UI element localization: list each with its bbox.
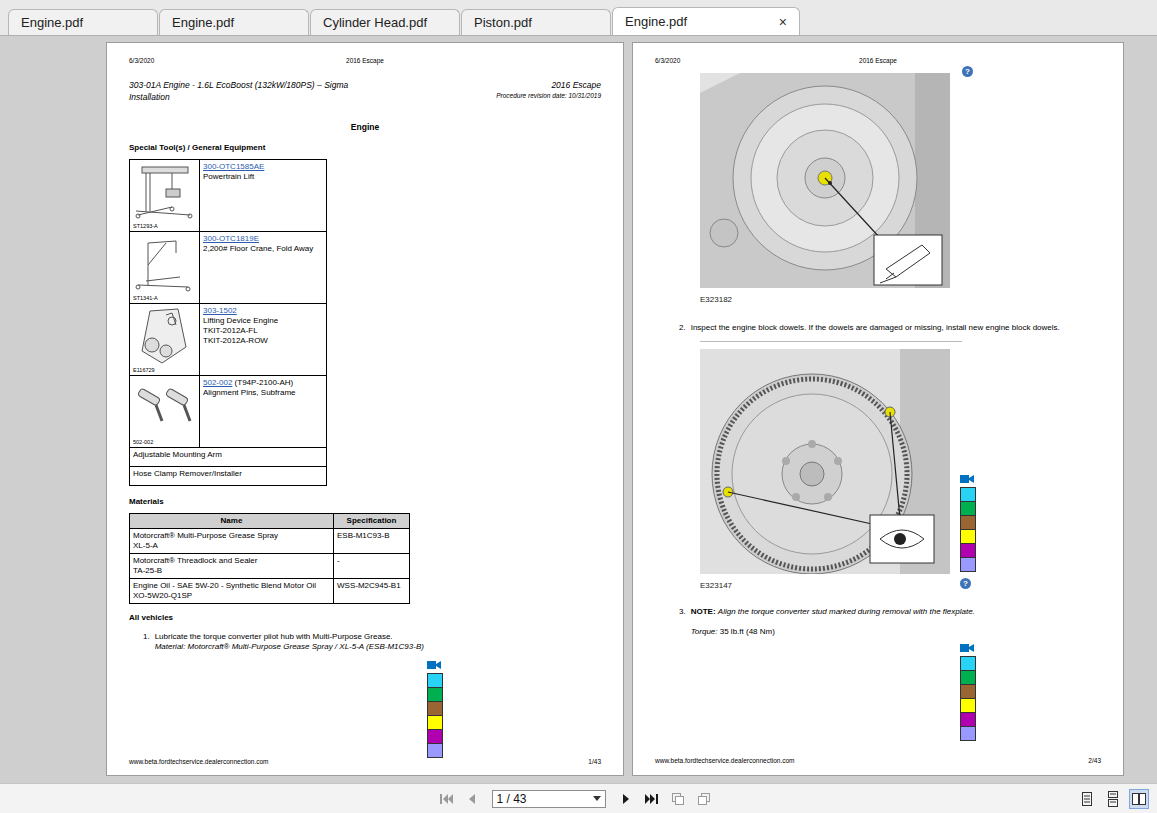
video-camera-icon[interactable]: [960, 643, 974, 653]
tool-image: E116729: [130, 304, 200, 375]
color-swatch[interactable]: [960, 684, 976, 699]
page-header: 6/3/20202016 Escape: [655, 57, 1101, 65]
tool-row: ST1293-A 300-OTC1585AE Powertrain Lift: [130, 160, 326, 232]
color-swatch[interactable]: [960, 656, 976, 671]
color-swatch[interactable]: [427, 701, 443, 716]
next-button[interactable]: [616, 789, 636, 809]
tool-link[interactable]: 303-1502: [203, 306, 237, 315]
table-row: Engine Oil - SAE 5W-20 - Synthetic Blend…: [130, 579, 409, 603]
color-swatch[interactable]: [427, 715, 443, 730]
facing-view-button[interactable]: [1129, 789, 1149, 809]
section-title: Engine: [129, 122, 601, 133]
tools-table: ST1293-A 300-OTC1585AE Powertrain Lift S…: [129, 159, 327, 486]
tab[interactable]: Engine.pdf: [159, 9, 309, 35]
step: 3. NOTE: Align the torque converter stud…: [655, 607, 1101, 637]
color-swatch[interactable]: [427, 687, 443, 702]
tab-bar: Engine.pdf Engine.pdf Cylinder Head.pdf …: [0, 0, 1157, 36]
page-header: 6/3/20202016 Escape: [129, 57, 601, 65]
continuous-view-button[interactable]: [1103, 789, 1123, 809]
step: 2.Inspect the engine block dowels. If th…: [655, 323, 1101, 333]
document-area: 6/3/20202016 Escape 303-01A Engine - 1.6…: [0, 36, 1157, 783]
page-number-field[interactable]: 1 / 43: [492, 790, 606, 808]
tool-image: ST1341-A: [130, 232, 200, 303]
torque-converter-icon: [700, 73, 950, 288]
color-swatch[interactable]: [427, 729, 443, 744]
next-icon[interactable]: [618, 791, 634, 807]
color-swatch[interactable]: [960, 557, 976, 572]
color-legend: [427, 660, 443, 758]
tab[interactable]: Piston.pdf: [461, 9, 611, 35]
pdf-viewer: Engine.pdf Engine.pdf Cylinder Head.pdf …: [0, 0, 1157, 813]
lift-icon: [132, 163, 198, 221]
facing-view-icon[interactable]: [1131, 791, 1147, 807]
document-title: 303-01A Engine - 1.6L EcoBoost (132kW/18…: [129, 79, 601, 104]
rotate-right-icon[interactable]: [696, 791, 712, 807]
page-footer: www.beta.fordtechservice.dealerconnectio…: [129, 758, 601, 766]
first-button[interactable]: [436, 789, 456, 809]
pins-icon: [132, 379, 198, 437]
help-icon[interactable]: ?: [962, 66, 973, 77]
tab[interactable]: Engine.pdf: [8, 9, 158, 35]
figure: E323182: [700, 73, 950, 305]
color-swatch[interactable]: [427, 743, 443, 758]
rotate-left-button[interactable]: [668, 789, 688, 809]
table-row: Motorcraft® Threadlock and SealerTA-25-B…: [130, 554, 409, 579]
page: 6/3/20202016 Escape 303-01A Engine - 1.6…: [106, 42, 624, 776]
video-camera-icon[interactable]: [427, 660, 441, 670]
tool-row: E116729 303-1502 Lifting Device EngineTK…: [130, 304, 326, 376]
bracket-icon: [132, 307, 198, 365]
dropdown-arrow-icon[interactable]: [593, 796, 601, 802]
page-footer: www.beta.fordtechservice.dealerconnectio…: [655, 757, 1101, 765]
materials-heading: Materials: [129, 497, 601, 507]
color-swatch[interactable]: [960, 487, 976, 502]
single-view-icon[interactable]: [1079, 791, 1095, 807]
tools-heading: Special Tool(s) / General Equipment: [129, 143, 601, 153]
divider: [700, 341, 962, 342]
video-camera-icon[interactable]: [960, 474, 974, 484]
step: 1. Lubricate the torque converter pilot …: [129, 632, 601, 652]
tool-image: 502-002: [130, 376, 200, 447]
tool-row: Hose Clamp Remover/Installer: [130, 467, 326, 485]
tab[interactable]: Engine.pdf ×: [612, 7, 800, 35]
color-legend: [960, 643, 976, 741]
crane-icon: [132, 235, 198, 293]
continuous-view-icon[interactable]: [1105, 791, 1121, 807]
help-icon[interactable]: ?: [960, 578, 971, 589]
tool-link[interactable]: 300-OTC1585AE: [203, 162, 264, 171]
tool-row: Adjustable Mounting Arm: [130, 448, 326, 467]
figure: E323147: [700, 349, 950, 591]
last-button[interactable]: [642, 789, 662, 809]
color-swatch[interactable]: [960, 515, 976, 530]
tab-close-button[interactable]: ×: [773, 14, 787, 30]
first-icon[interactable]: [438, 791, 454, 807]
rotate-right-button[interactable]: [694, 789, 714, 809]
color-swatch[interactable]: [427, 673, 443, 688]
color-swatch[interactable]: [960, 543, 976, 558]
rotate-left-icon[interactable]: [670, 791, 686, 807]
tab[interactable]: Cylinder Head.pdf: [310, 9, 460, 35]
table-header: Name Specification: [130, 514, 409, 529]
color-swatch[interactable]: [960, 501, 976, 516]
color-legend: [960, 474, 976, 572]
table-row: Motorcraft® Multi-Purpose Grease SprayXL…: [130, 529, 409, 554]
tool-image: ST1293-A: [130, 160, 200, 231]
last-icon[interactable]: [644, 791, 660, 807]
tool-link[interactable]: 502-002: [203, 378, 232, 387]
tool-row: ST1341-A 300-OTC1819E 2,200# Floor Crane…: [130, 232, 326, 304]
color-swatch[interactable]: [960, 726, 976, 741]
prev-icon[interactable]: [464, 791, 480, 807]
color-swatch[interactable]: [960, 670, 976, 685]
prev-button[interactable]: [462, 789, 482, 809]
color-swatch[interactable]: [960, 712, 976, 727]
materials-table: Name Specification Motorcraft® Multi-Pur…: [129, 513, 410, 604]
flywheel-icon: [700, 349, 950, 574]
tool-link[interactable]: 300-OTC1819E: [203, 234, 259, 243]
vehicles-heading: All vehicles: [129, 613, 601, 623]
page: 6/3/20202016 Escape E323182 ? 2.Inspect …: [632, 42, 1124, 776]
color-swatch[interactable]: [960, 529, 976, 544]
single-view-button[interactable]: [1077, 789, 1097, 809]
color-swatch[interactable]: [960, 698, 976, 713]
bottom-toolbar: 1 / 43: [0, 783, 1157, 813]
tool-row: 502-002 502-002 (T94P-2100-AH) Alignment…: [130, 376, 326, 448]
